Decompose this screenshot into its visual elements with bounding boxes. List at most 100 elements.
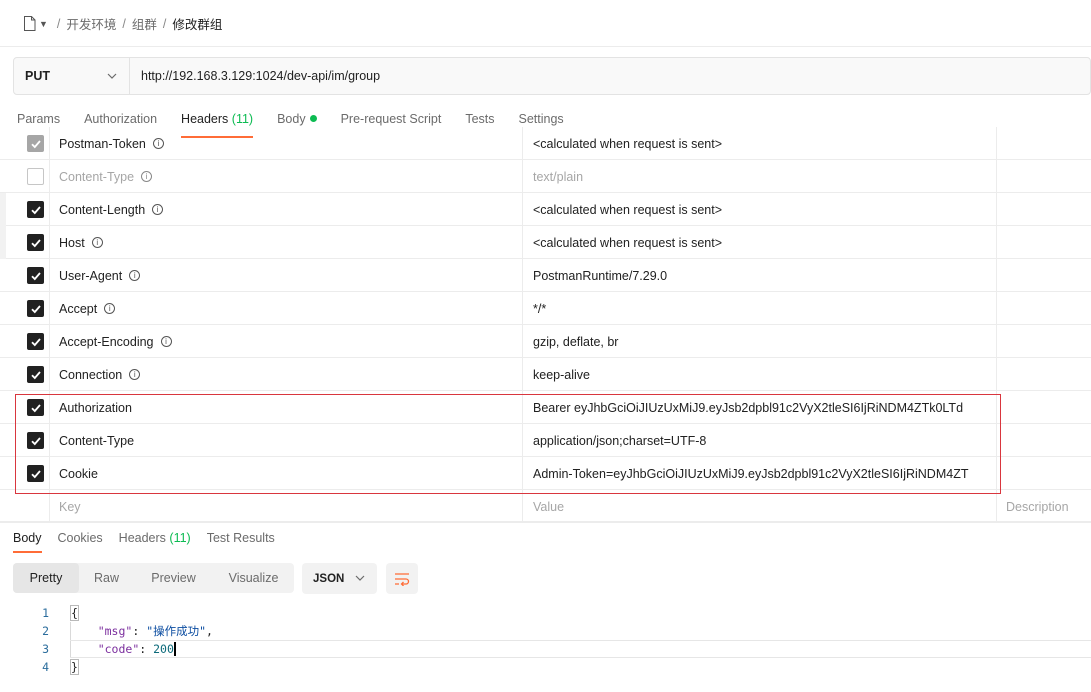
header-value-cell[interactable]: text/plain [523, 160, 997, 193]
header-value-cell[interactable]: <calculated when request is sent> [523, 226, 997, 259]
header-key-cell[interactable]: User-Agent i [50, 259, 523, 292]
header-key-cell[interactable]: Host i [50, 226, 523, 259]
method-select[interactable]: PUT [14, 58, 130, 94]
breadcrumb-current-request[interactable]: 修改群组 [172, 14, 222, 33]
header-value-cell[interactable]: <calculated when request is sent> [523, 193, 997, 226]
breadcrumb-bar: ▼ / 开发环境 / 组群 / 修改群组 [0, 0, 1091, 47]
info-icon[interactable]: i [160, 336, 172, 347]
wrap-lines-icon [395, 572, 410, 586]
header-key-cell[interactable]: Postman-Token i [50, 127, 523, 160]
info-icon[interactable]: i [141, 171, 153, 182]
header-key: User-Agent [59, 268, 123, 283]
info-icon[interactable]: i [152, 138, 164, 149]
document-icon[interactable] [23, 16, 36, 31]
info-icon[interactable]: i [129, 270, 141, 281]
caret-down-icon[interactable]: ▼ [39, 19, 48, 29]
header-key: Connection [59, 367, 123, 382]
info-icon[interactable]: i [104, 303, 116, 314]
header-row: Postman-Token i <calculated when request i… [0, 127, 1091, 160]
breadcrumb: ▼ / 开发环境 / 组群 / 修改群组 [23, 14, 222, 33]
language-select[interactable]: JSON [302, 563, 377, 594]
header-key-cell[interactable]: Cookie [50, 457, 523, 490]
header-key-cell[interactable]: Accept i [50, 292, 523, 325]
format-pretty[interactable]: Pretty [13, 563, 79, 593]
url-input[interactable]: http://192.168.3.129:1024/dev-api/im/gro… [130, 69, 380, 83]
format-preview[interactable]: Preview [134, 563, 213, 593]
chevron-down-icon [107, 73, 117, 79]
format-visualize[interactable]: Visualize [213, 563, 294, 593]
new-header-key-input[interactable]: Key [50, 490, 523, 523]
response-tab-body[interactable]: Body [13, 531, 42, 553]
header-enable-cell [21, 325, 50, 358]
header-description-cell[interactable] [997, 325, 1091, 358]
header-enable-cell [21, 226, 50, 259]
url-bar: PUT http://192.168.3.129:1024/dev-api/im… [13, 57, 1091, 95]
header-value-cell[interactable]: PostmanRuntime/7.29.0 [523, 259, 997, 292]
header-enable-checkbox[interactable] [27, 234, 44, 251]
header-value: gzip, deflate, br [533, 334, 619, 349]
header-value-cell[interactable]: keep-alive [523, 358, 997, 391]
header-key-cell[interactable]: Authorization [50, 391, 523, 424]
header-key-cell[interactable]: Content-Type i [50, 160, 523, 193]
header-key: Host [59, 235, 85, 250]
language-label: JSON [313, 572, 345, 585]
header-value-cell[interactable]: Bearer eyJhbGciOiJIUzUxMiJ9.eyJsb2dpbl91… [523, 391, 997, 424]
header-value-cell[interactable]: gzip, deflate, br [523, 325, 997, 358]
header-description-cell[interactable] [997, 457, 1091, 490]
format-raw[interactable]: Raw [79, 563, 134, 593]
header-description-cell[interactable] [997, 127, 1091, 160]
header-value: <calculated when request is sent> [533, 202, 723, 217]
breadcrumb-item-folder[interactable]: 组群 [132, 14, 157, 33]
response-tab-headers[interactable]: Headers (11) [119, 531, 191, 553]
response-body-code[interactable]: 1 { 2 "msg": "操作成功", 3 "code": 200 4 } [0, 604, 1091, 676]
header-enable-checkbox[interactable] [27, 267, 44, 284]
header-description-cell[interactable] [997, 391, 1091, 424]
header-enable-checkbox[interactable] [27, 201, 44, 218]
header-key-cell[interactable]: Connection i [50, 358, 523, 391]
header-enable-checkbox[interactable] [27, 300, 44, 317]
header-value-cell[interactable]: */* [523, 292, 997, 325]
info-icon[interactable]: i [91, 237, 103, 248]
response-tab-test-results[interactable]: Test Results [207, 531, 275, 553]
header-description-cell[interactable] [997, 424, 1091, 457]
header-enable-checkbox[interactable] [27, 366, 44, 383]
header-enable-checkbox[interactable] [27, 168, 44, 185]
new-header-value-input[interactable]: Value [523, 490, 997, 523]
header-enable-checkbox[interactable] [27, 465, 44, 482]
new-header-description-input[interactable]: Description [997, 490, 1091, 523]
header-description-cell[interactable] [997, 292, 1091, 325]
response-divider[interactable] [0, 521, 1091, 522]
breadcrumb-item-env[interactable]: 开发环境 [66, 14, 116, 33]
key-placeholder: Key [59, 499, 81, 514]
header-key: Content-Length [59, 202, 146, 217]
header-description-cell[interactable] [997, 193, 1091, 226]
active-line-highlight [70, 640, 1091, 658]
header-key-cell[interactable]: Content-Type [50, 424, 523, 457]
header-value-cell[interactable]: Admin-Token=eyJhbGciOiJIUzUxMiJ9.eyJsb2d… [523, 457, 997, 490]
header-value-cell[interactable]: <calculated when request is sent> [523, 127, 997, 160]
header-description-cell[interactable] [997, 160, 1091, 193]
header-enable-cell [21, 424, 50, 457]
response-tab-headers-label: Headers [118, 531, 166, 545]
wrap-lines-button[interactable] [386, 563, 418, 594]
header-enable-cell [21, 490, 50, 523]
header-enable-checkbox[interactable] [27, 432, 44, 449]
info-icon[interactable]: i [152, 204, 164, 215]
header-key-cell[interactable]: Content-Length i [50, 193, 523, 226]
header-key-cell[interactable]: Accept-Encoding i [50, 325, 523, 358]
header-row: Accept-Encoding i gzip, deflate, br [0, 325, 1091, 358]
header-row: Content-Type i text/plain [0, 160, 1091, 193]
header-row: Connection i keep-alive [0, 358, 1091, 391]
header-enable-checkbox[interactable] [27, 399, 44, 416]
header-enable-checkbox[interactable] [27, 333, 44, 350]
header-description-cell[interactable] [997, 358, 1091, 391]
header-enable-cell [21, 457, 50, 490]
response-tab-cookies[interactable]: Cookies [58, 531, 103, 553]
header-description-cell[interactable] [997, 226, 1091, 259]
line-number: 4 [42, 660, 49, 674]
info-icon[interactable]: i [129, 369, 141, 380]
header-enable-checkbox[interactable] [27, 135, 44, 152]
header-description-cell[interactable] [997, 259, 1091, 292]
header-value-cell[interactable]: application/json;charset=UTF-8 [523, 424, 997, 457]
line-number: 1 [42, 606, 49, 620]
